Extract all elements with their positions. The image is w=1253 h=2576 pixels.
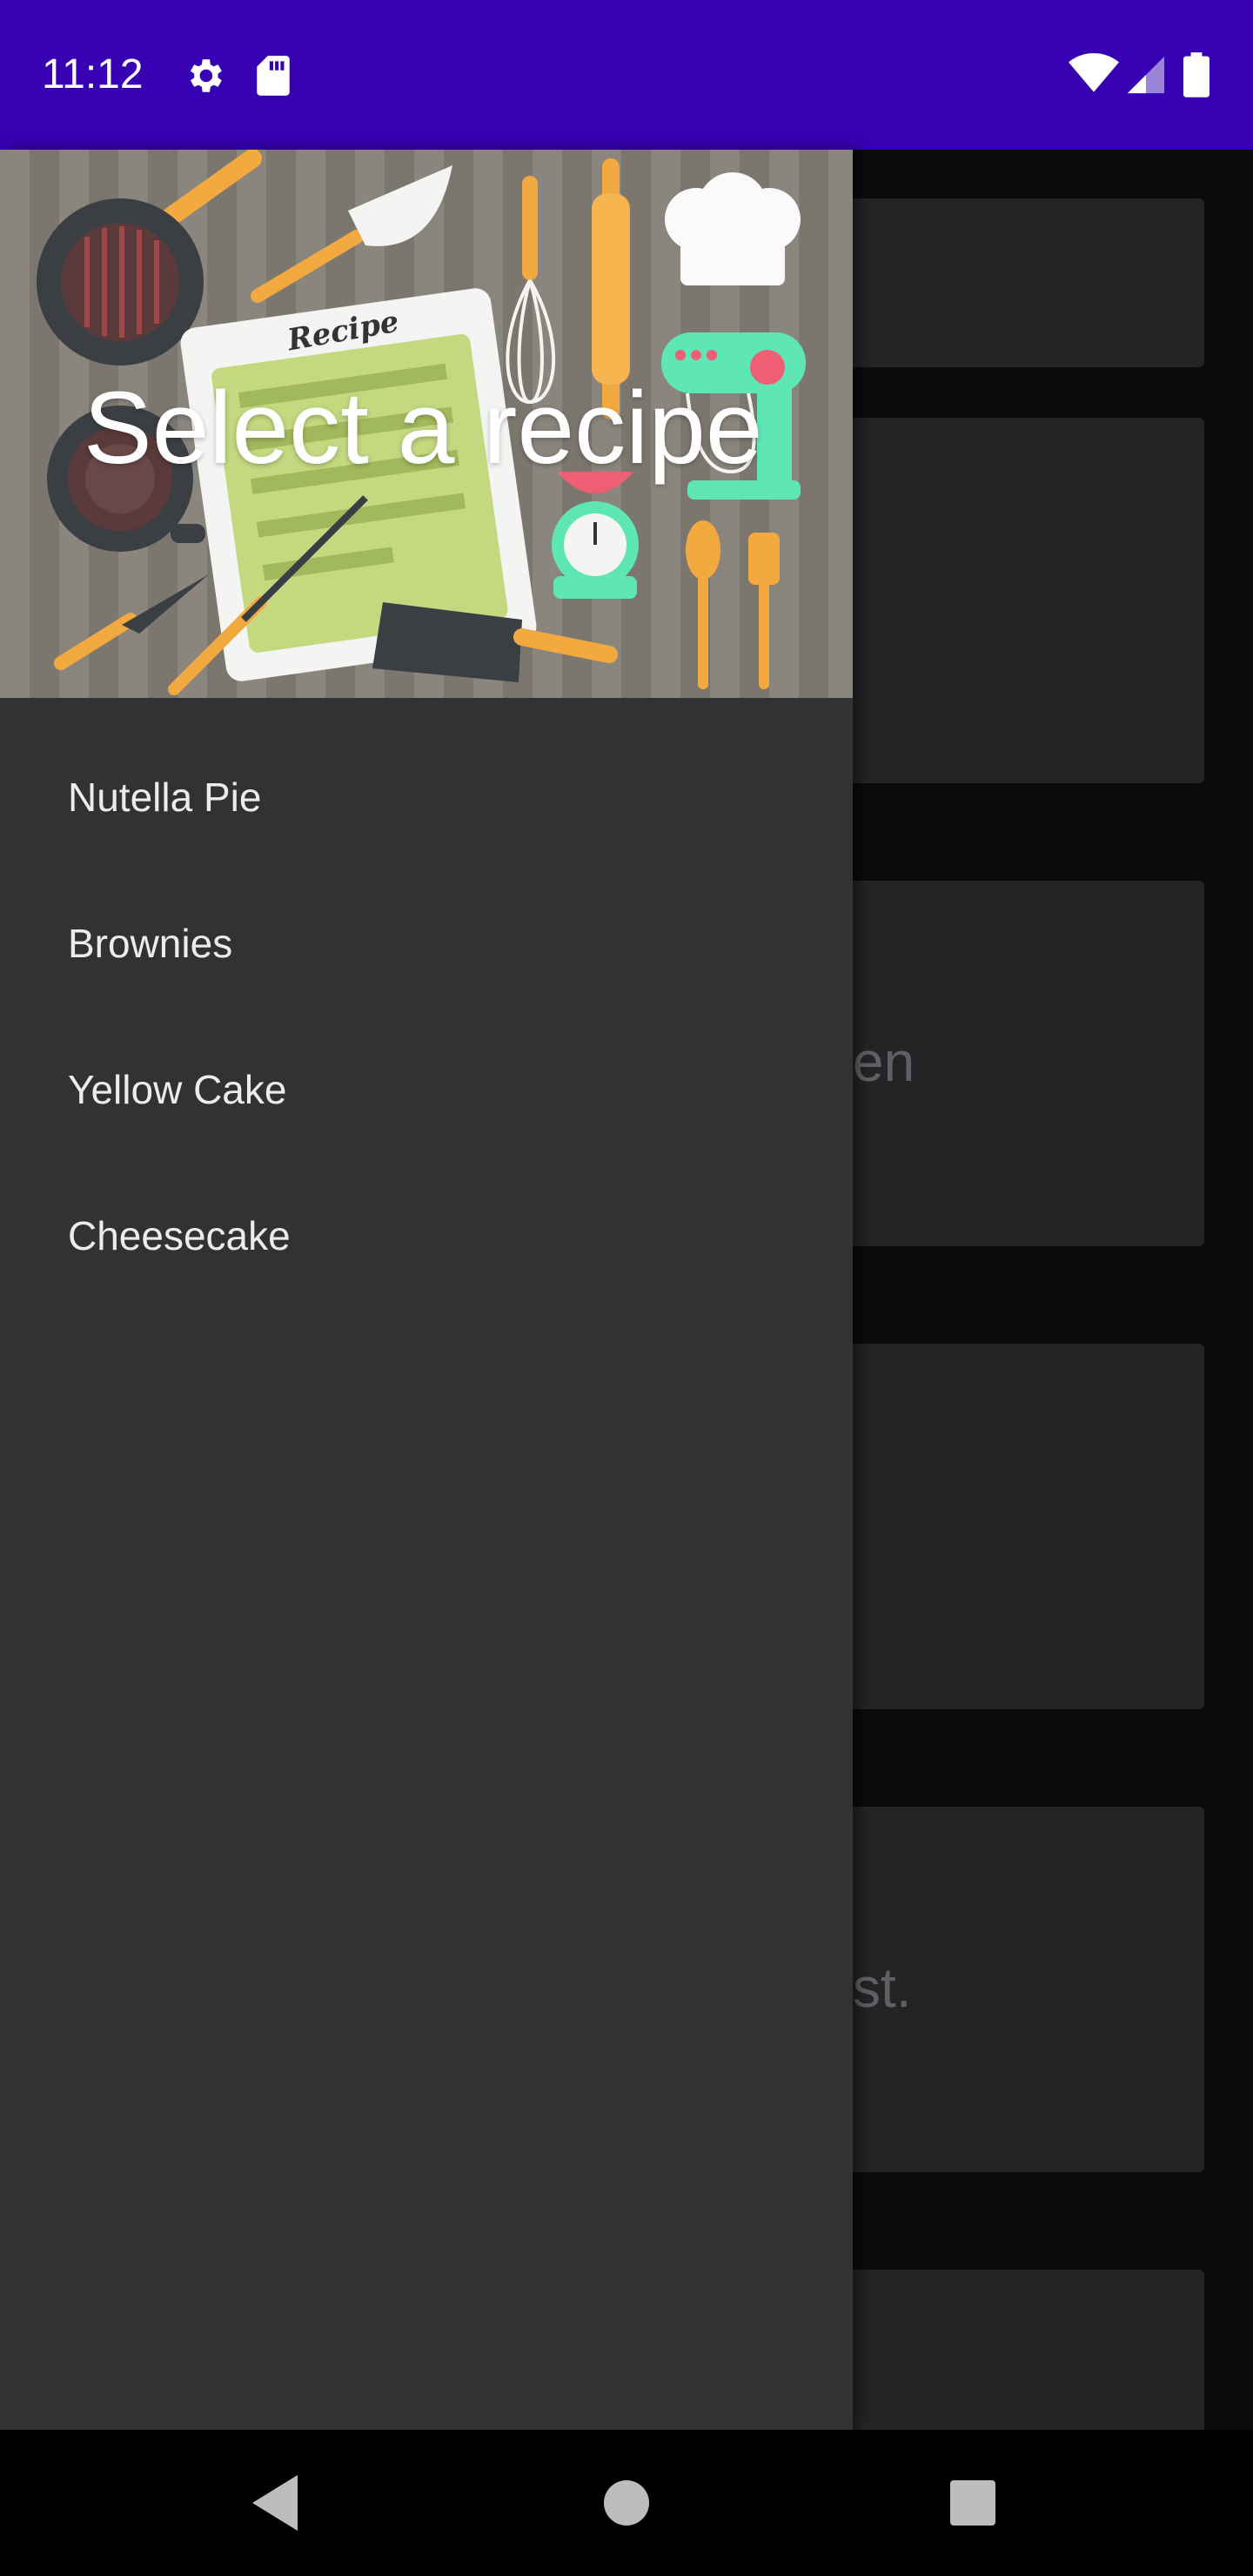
cake-server-icon xyxy=(251,165,452,303)
home-icon[interactable] xyxy=(592,2468,661,2538)
menu-item-nutella-pie[interactable]: Nutella Pie xyxy=(0,724,853,870)
recipe-menu: Nutella Pie Brownies Yellow Cake Cheesec… xyxy=(0,698,853,1309)
menu-item-yellow-cake[interactable]: Yellow Cake xyxy=(0,1016,853,1163)
card-text: st. xyxy=(853,1956,912,2019)
spatula-icon xyxy=(748,533,780,689)
recents-icon[interactable] xyxy=(938,2468,1008,2538)
card-text: en xyxy=(853,1030,915,1093)
kitchen-scale-icon xyxy=(552,472,639,599)
drawer-header: Recipe Select a recipe xyxy=(0,150,853,698)
drawer-title: Select a recipe xyxy=(84,371,763,486)
navigation-drawer: Recipe Select a recipe Nutella Pie Brown… xyxy=(0,150,853,2430)
chef-hat-icon xyxy=(665,172,801,285)
spoon-icon xyxy=(686,520,720,689)
status-time: 11:12 xyxy=(42,51,144,97)
battery-icon xyxy=(1183,52,1209,97)
settings-icon xyxy=(190,59,222,92)
wifi-icon xyxy=(1069,53,1119,92)
menu-item-brownies[interactable]: Brownies xyxy=(0,870,853,1016)
knife-icon xyxy=(54,574,209,670)
navigation-bar xyxy=(0,2430,1253,2576)
signal-icon xyxy=(1127,56,1165,94)
status-bar: 11:12 xyxy=(0,0,1253,150)
menu-item-cheesecake[interactable]: Cheesecake xyxy=(0,1163,853,1309)
sd-card-icon xyxy=(257,56,290,96)
back-icon[interactable] xyxy=(242,2468,312,2538)
